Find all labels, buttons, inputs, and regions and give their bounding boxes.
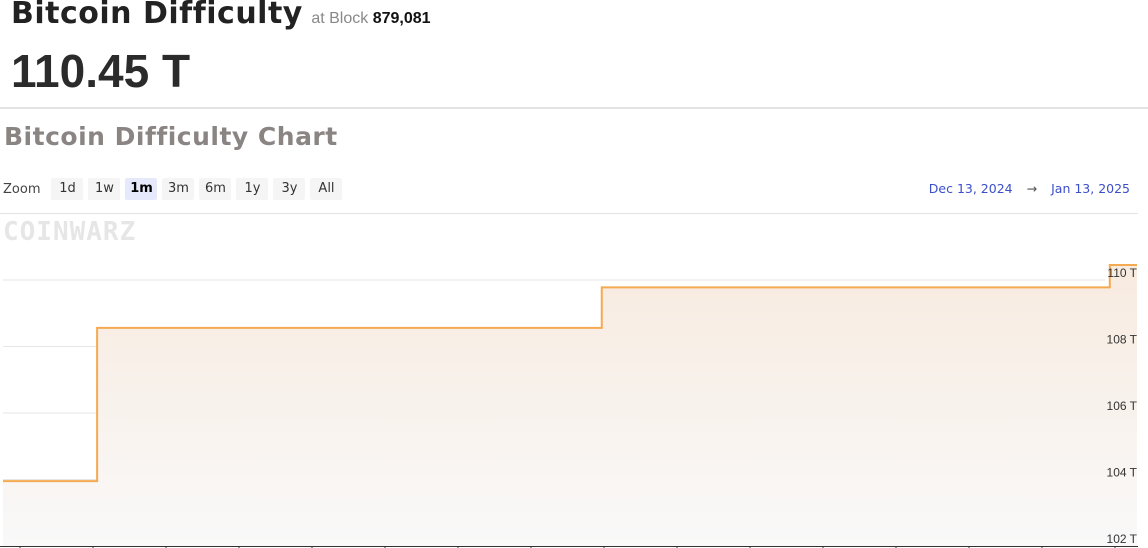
y-axis-tick-label: 102 T xyxy=(1107,532,1138,546)
y-axis-tick-label: 104 T xyxy=(1107,466,1138,480)
y-axis-tick-label: 110 T xyxy=(1107,266,1137,280)
difficulty-chart[interactable]: 102 T 104 T 106 T 108 T 110 T xyxy=(0,0,1148,548)
y-axis-tick-label: 108 T xyxy=(1107,333,1138,347)
area-fill xyxy=(3,265,1137,546)
y-axis-tick-label: 106 T xyxy=(1107,399,1138,413)
